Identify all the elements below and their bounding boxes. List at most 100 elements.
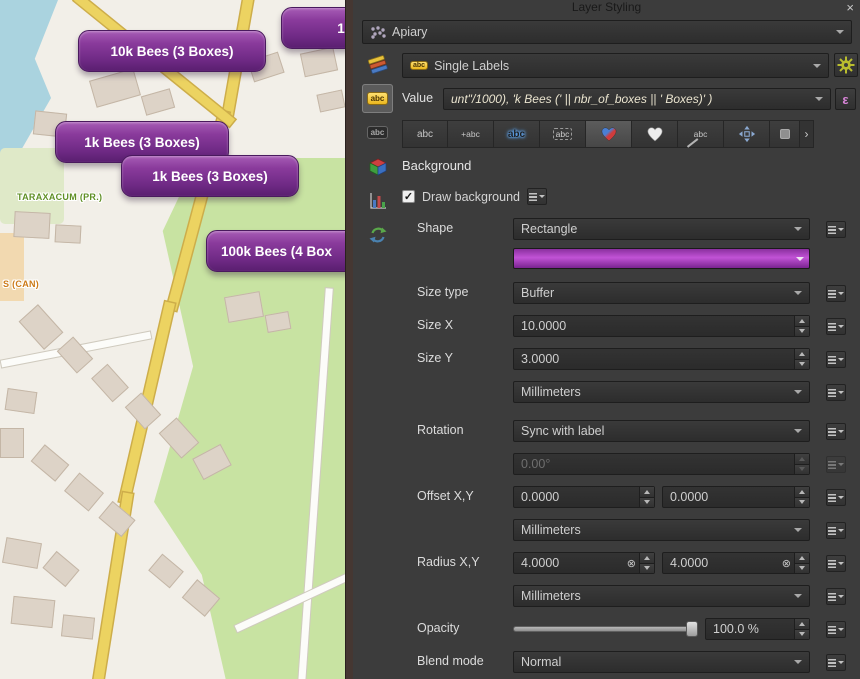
map-canvas[interactable]: TARAXACUM (PR.) S (CAN) 100k B 10k Bees … (0, 0, 345, 679)
panel-scrollbar[interactable] (345, 0, 353, 679)
automated-placement-settings-button[interactable] (834, 53, 858, 77)
value-expression-combobox[interactable]: unt"/1000), 'k Bees (' || nbr_of_boxes |… (443, 88, 831, 110)
data-defined-override-button[interactable] (826, 522, 846, 539)
clear-value-icon[interactable]: ⊗ (627, 557, 636, 570)
data-defined-override-button[interactable] (826, 384, 846, 401)
building (11, 596, 56, 628)
draw-background-checkbox[interactable]: ✓ (402, 190, 415, 203)
size-x-spinbox[interactable]: 10.0000 (513, 315, 810, 337)
tab-callouts[interactable]: abc (678, 120, 724, 148)
size-type-combobox[interactable]: Buffer (513, 282, 810, 304)
rotation-mode-combobox[interactable]: Sync with label (513, 420, 810, 442)
data-defined-override-button[interactable] (527, 188, 547, 205)
shape-combobox[interactable]: Rectangle (513, 218, 810, 240)
chevron-down-icon (794, 594, 802, 598)
sidebar-3d-view-button[interactable] (362, 152, 393, 181)
tab-buffer[interactable]: abc (494, 120, 540, 148)
shape-value: Rectangle (521, 222, 788, 236)
draw-background-label: Draw background (422, 190, 520, 204)
tabs-scroll-right[interactable]: › (800, 120, 814, 148)
labels-mode-combobox[interactable]: abc Single Labels (402, 53, 829, 78)
single-labels-icon: abc (410, 61, 428, 70)
panel-title: Layer Styling (572, 0, 641, 14)
building (89, 68, 141, 108)
tab-rendering[interactable] (770, 120, 800, 148)
chevron-down-icon (794, 227, 802, 231)
tab-shadow[interactable] (632, 120, 678, 148)
tab-placement[interactable] (724, 120, 770, 148)
mask-icon: abc (367, 126, 389, 139)
data-defined-override-button[interactable] (826, 654, 846, 671)
spinner-arrows[interactable] (794, 619, 809, 639)
background-heart-icon (600, 126, 618, 143)
sidebar-diagrams-button[interactable] (362, 186, 393, 215)
spinner-arrows[interactable] (794, 349, 809, 369)
opacity-spinbox[interactable]: 100.0 % (705, 618, 810, 640)
tab-formatting[interactable]: +abc (448, 120, 494, 148)
data-defined-override-button[interactable] (826, 621, 846, 638)
draw-background-row: ✓ Draw background (402, 188, 547, 205)
sidebar-labels-button[interactable]: abc (362, 84, 393, 113)
expression-builder-button[interactable]: ε (835, 88, 856, 110)
data-defined-override-button[interactable] (826, 351, 846, 368)
spinner-arrows[interactable] (794, 553, 809, 573)
offset-y-spinbox[interactable]: 0.0000 (662, 486, 810, 508)
spinner-arrows[interactable] (794, 487, 809, 507)
text-tab-icon: abc (417, 129, 433, 140)
data-defined-override-button[interactable] (826, 489, 846, 506)
radius-y-spinbox[interactable]: 4.0000 ⊗ (662, 552, 810, 574)
slider-handle[interactable] (686, 621, 698, 637)
spinner-arrows[interactable] (639, 553, 654, 573)
tab-text[interactable]: abc (402, 120, 448, 148)
blend-mode-label: Blend mode (417, 654, 484, 668)
sidebar-history-button[interactable] (362, 220, 393, 249)
size-y-label: Size Y (417, 351, 453, 365)
fill-color-button[interactable] (513, 248, 810, 269)
data-defined-override-button[interactable] (826, 285, 846, 302)
building (141, 88, 175, 115)
sidebar-symbology-button[interactable] (362, 50, 393, 79)
tab-background[interactable] (586, 120, 632, 148)
offset-x-spinbox[interactable]: 0.0000 (513, 486, 655, 508)
rotation-angle-value: 0.00° (514, 457, 794, 471)
spinner-arrows[interactable] (794, 316, 809, 336)
tab-mask[interactable]: abc (540, 120, 586, 148)
radius-x-value: 4.0000 (514, 556, 627, 570)
data-defined-override-button[interactable] (826, 423, 846, 440)
cube-3d-icon (368, 157, 388, 177)
formatting-tab-icon: +abc (461, 129, 480, 139)
chevron-down-icon (794, 390, 802, 394)
layer-selector[interactable]: Apiary (362, 20, 852, 44)
size-x-value: 10.0000 (514, 319, 794, 333)
radius-x-spinbox[interactable]: 4.0000 ⊗ (513, 552, 655, 574)
rendering-tab-icon (780, 129, 790, 139)
point-layer-icon (370, 25, 386, 39)
radius-units-combobox[interactable]: Millimeters (513, 585, 810, 607)
chevron-down-icon (796, 257, 804, 261)
building (5, 388, 38, 414)
bubble-text: 1k Bees (3 Boxes) (152, 169, 268, 184)
size-units-combobox[interactable]: Millimeters (513, 381, 810, 403)
sidebar-mask-button[interactable]: abc (362, 118, 393, 147)
chevron-down-icon (794, 528, 802, 532)
spinner-arrows (794, 454, 809, 474)
clear-value-icon[interactable]: ⊗ (782, 557, 791, 570)
blend-mode-combobox[interactable]: Normal (513, 651, 810, 673)
size-y-spinbox[interactable]: 3.0000 (513, 348, 810, 370)
data-defined-override-button[interactable] (826, 588, 846, 605)
bubble-text: 100k B (337, 21, 345, 36)
opacity-slider[interactable] (513, 618, 698, 640)
data-defined-override-button[interactable] (826, 221, 846, 238)
bar-chart-icon (368, 191, 388, 211)
symbology-icon (367, 55, 389, 75)
building (57, 336, 93, 373)
data-defined-override-button[interactable] (826, 555, 846, 572)
styling-sidebar: abc abc (359, 50, 396, 249)
spinner-arrows[interactable] (639, 487, 654, 507)
blend-mode-value: Normal (521, 655, 788, 669)
epsilon-icon: ε (842, 92, 848, 107)
bubble-text: 1k Bees (3 Boxes) (84, 135, 200, 150)
data-defined-override-button[interactable] (826, 318, 846, 335)
close-icon[interactable]: × (846, 0, 854, 15)
offset-units-combobox[interactable]: Millimeters (513, 519, 810, 541)
